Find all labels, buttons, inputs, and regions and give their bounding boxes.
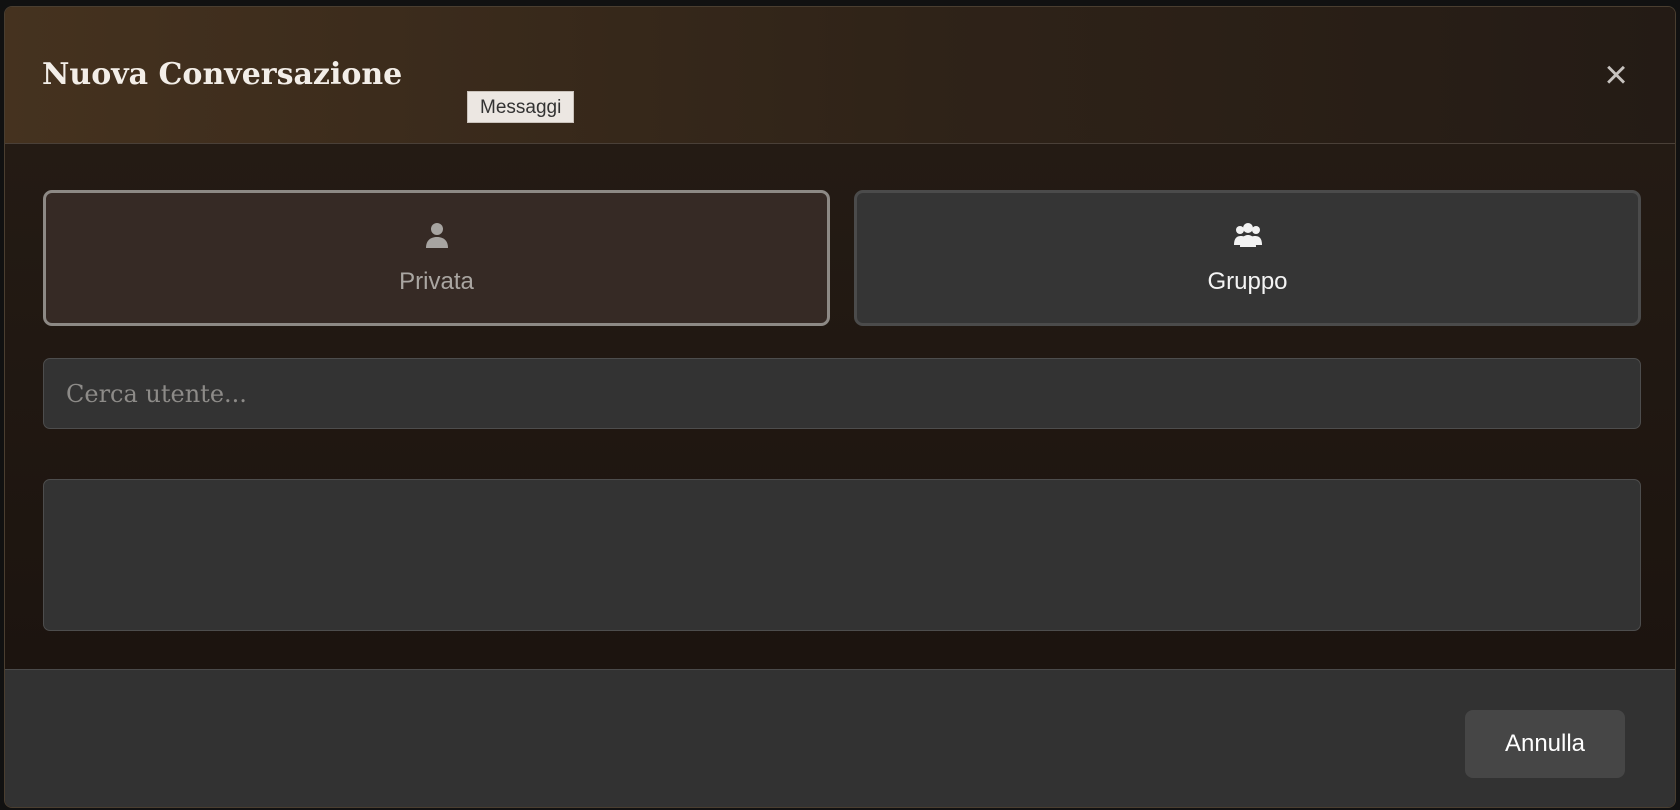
modal-title: Nuova Conversazione — [42, 57, 403, 92]
person-icon — [425, 223, 448, 248]
modal-header: Nuova Conversazione Messaggi × — [5, 7, 1675, 144]
cancel-button[interactable]: Annulla — [1465, 710, 1625, 778]
close-button[interactable]: × — [1599, 55, 1633, 95]
people-group-icon — [1233, 223, 1262, 247]
modal-body: Privata Gruppo — [5, 144, 1675, 669]
close-icon: × — [1604, 53, 1628, 97]
group-type-label: Gruppo — [1207, 268, 1288, 295]
conversation-type-selector: Privata Gruppo — [43, 190, 1641, 326]
messages-tooltip: Messaggi — [467, 91, 575, 123]
user-search-input[interactable] — [43, 358, 1641, 429]
modal-footer: Annulla — [5, 669, 1675, 807]
group-type-option[interactable]: Gruppo — [854, 190, 1641, 326]
user-results-panel — [43, 479, 1641, 631]
new-conversation-modal: Nuova Conversazione Messaggi × Privata G… — [4, 6, 1676, 808]
private-type-label: Privata — [399, 268, 474, 295]
private-type-option[interactable]: Privata — [43, 190, 830, 326]
